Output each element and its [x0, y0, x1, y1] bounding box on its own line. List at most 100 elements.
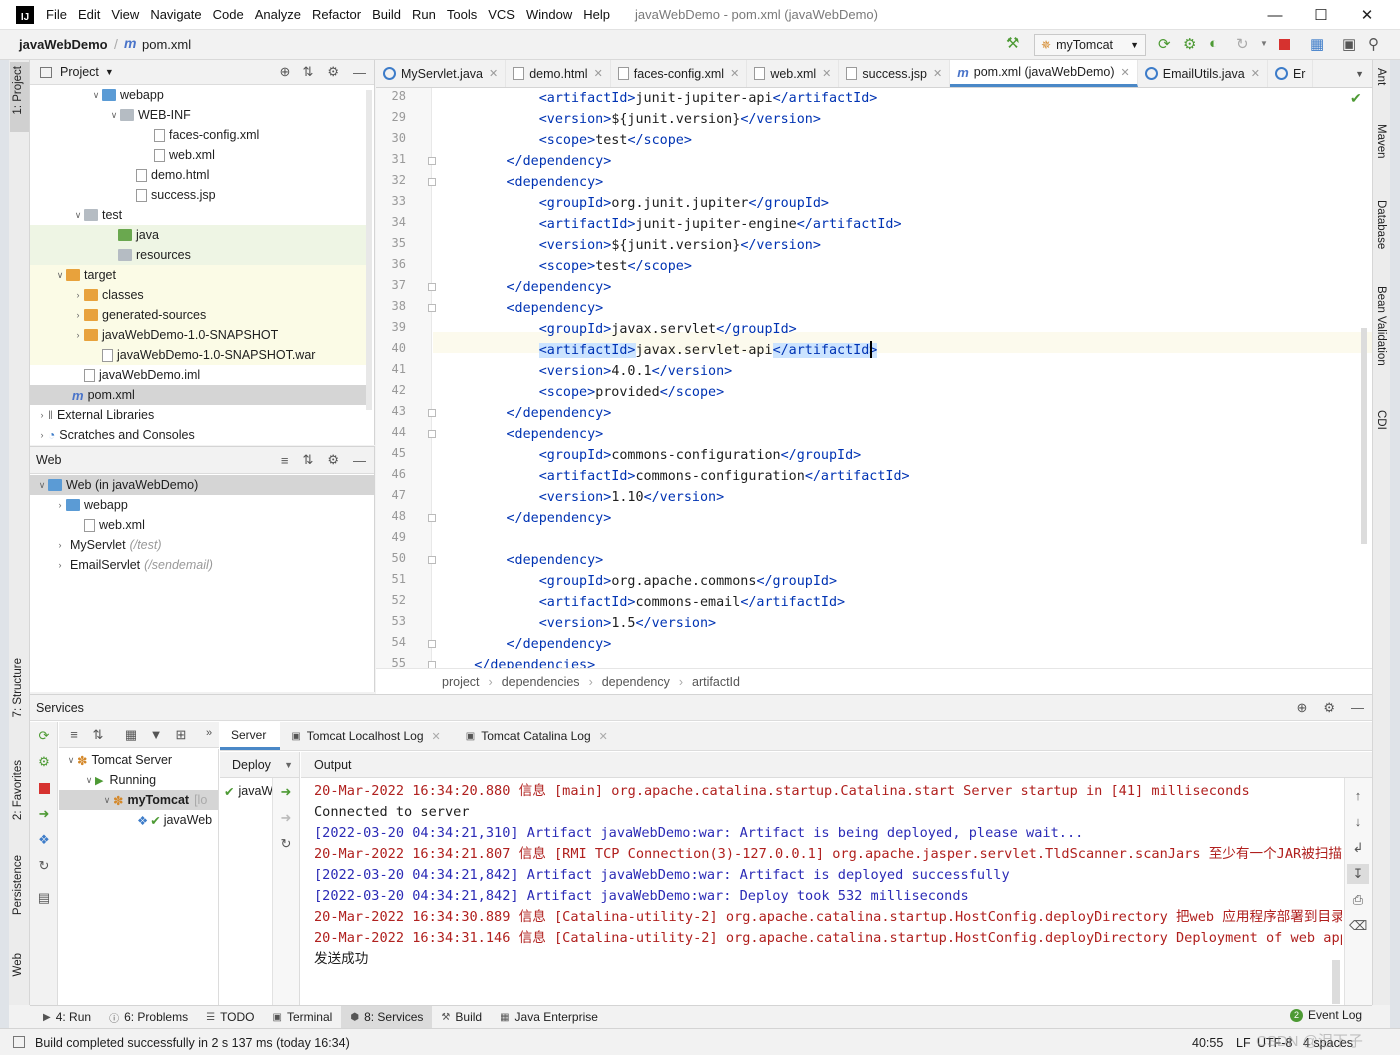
- editor-scrollbar[interactable]: [1361, 328, 1367, 544]
- run-config-selector[interactable]: ✵ myTomcat ▼: [1034, 34, 1146, 56]
- menu-view[interactable]: View: [111, 7, 139, 22]
- project-tree-item[interactable]: m pom.xml: [30, 385, 135, 405]
- menu-analyze[interactable]: Analyze: [255, 7, 301, 22]
- project-tree-item[interactable]: › ◔ Scratches and Consoles: [30, 425, 195, 445]
- editor-tab[interactable]: m pom.xml (javaWebDemo) ✕: [950, 60, 1138, 87]
- fold-marker-icon[interactable]: [428, 640, 436, 648]
- project-tree-item[interactable]: ∨ target: [30, 265, 116, 285]
- tool-window-structure[interactable]: 7: Structure: [12, 658, 24, 717]
- console-scrollbar[interactable]: [1332, 960, 1340, 1004]
- chevron-down-icon[interactable]: ∨: [54, 270, 66, 281]
- chevron-down-icon[interactable]: ▼: [1260, 39, 1268, 48]
- menu-build[interactable]: Build: [372, 7, 401, 22]
- menu-window[interactable]: Window: [526, 7, 572, 22]
- terminal-icon[interactable]: ▣: [1342, 35, 1356, 53]
- close-tab-icon[interactable]: ✕: [1251, 67, 1260, 80]
- tool-window-database[interactable]: Database: [1375, 200, 1387, 249]
- menu-edit[interactable]: Edit: [78, 7, 100, 22]
- chevron-down-icon[interactable]: ▼: [284, 760, 293, 770]
- gear-icon[interactable]: ⚙: [327, 452, 339, 468]
- breadcrumb-file[interactable]: pom.xml: [142, 37, 191, 52]
- project-tree-item[interactable]: ∨ test: [30, 205, 122, 225]
- project-tree-item[interactable]: ∨ WEB-INF: [30, 105, 191, 125]
- hide-icon[interactable]: —: [353, 453, 366, 468]
- services-tab[interactable]: ▣ Tomcat Localhost Log ✕: [280, 722, 454, 750]
- project-tree-item[interactable]: success.jsp: [30, 185, 216, 205]
- tool-window-ant[interactable]: Ant: [1375, 68, 1387, 85]
- profile-icon[interactable]: ↻: [1236, 35, 1249, 53]
- chevron-down-icon[interactable]: ▼: [105, 67, 114, 77]
- tool-window-cdi[interactable]: CDI: [1375, 410, 1387, 430]
- refresh-icon[interactable]: ↻: [35, 858, 53, 874]
- services-tab[interactable]: ▣ Tomcat Catalina Log ✕: [455, 722, 622, 750]
- tool-window-bean-validation[interactable]: Bean Validation: [1375, 286, 1387, 366]
- expand-all-icon[interactable]: ≡: [281, 453, 289, 468]
- services-tree-item[interactable]: ❖ ✔ javaWeb: [59, 810, 212, 830]
- project-tree-item[interactable]: web.xml: [30, 145, 215, 165]
- services-tree-item[interactable]: ∨ ✽ myTomcat [lo: [59, 790, 208, 810]
- rerun-icon[interactable]: ⟳: [35, 728, 53, 744]
- chevron-right-icon[interactable]: ›: [54, 560, 66, 570]
- close-window-icon[interactable]: ✕: [1344, 0, 1390, 30]
- menu-run[interactable]: Run: [412, 7, 436, 22]
- fold-marker-icon[interactable]: [428, 304, 436, 312]
- editor-tab[interactable]: MyServlet.java ✕: [376, 60, 507, 87]
- bottom-tab[interactable]: ⚒ Build: [432, 1006, 491, 1028]
- close-tab-icon[interactable]: ✕: [933, 67, 942, 80]
- fold-marker-icon[interactable]: [428, 430, 436, 438]
- services-tree-item[interactable]: ∨ ✽ Tomcat Server: [59, 750, 172, 770]
- scroll-up-icon[interactable]: ↑: [1349, 788, 1367, 803]
- tab-list-chevron-icon[interactable]: ▼: [1347, 60, 1372, 87]
- bottom-tab[interactable]: ▣ Terminal: [264, 1006, 342, 1028]
- editor-tab[interactable]: success.jsp ✕: [839, 60, 951, 87]
- project-tree-item[interactable]: resources: [30, 245, 191, 265]
- bottom-tab[interactable]: ▶ 4: Run: [34, 1006, 100, 1028]
- print-icon[interactable]: ⎙: [1349, 892, 1367, 908]
- soft-wrap-icon[interactable]: ↲: [1349, 840, 1367, 856]
- fold-marker-icon[interactable]: [428, 283, 436, 291]
- refresh-icon[interactable]: ↻: [277, 836, 295, 852]
- close-tab-icon[interactable]: ✕: [730, 67, 739, 80]
- project-structure-icon[interactable]: ▦: [1310, 35, 1324, 53]
- more-icon[interactable]: »: [200, 727, 218, 739]
- breadcrumb-item[interactable]: dependency: [602, 675, 670, 689]
- chevron-down-icon[interactable]: ∨: [65, 755, 77, 766]
- menu-file[interactable]: File: [46, 7, 67, 22]
- close-tab-icon[interactable]: ✕: [594, 67, 603, 80]
- close-tab-icon[interactable]: ✕: [822, 67, 831, 80]
- chevron-right-icon[interactable]: ›: [72, 310, 84, 320]
- bottom-tab[interactable]: ☰ TODO: [197, 1006, 263, 1028]
- web-tree-item[interactable]: › webapp: [30, 495, 132, 515]
- close-tab-icon[interactable]: ✕: [599, 730, 608, 743]
- tool-window-maven[interactable]: Maven: [1375, 124, 1387, 159]
- chevron-down-icon[interactable]: ∨: [72, 210, 84, 221]
- chevron-down-icon[interactable]: ∨: [108, 110, 120, 121]
- breadcrumb-item[interactable]: project: [442, 675, 480, 689]
- fold-marker-icon[interactable]: [428, 514, 436, 522]
- breadcrumb-item[interactable]: artifactId: [692, 675, 740, 689]
- bottom-tab[interactable]: ▦ Java Enterprise: [491, 1006, 607, 1028]
- debug-icon[interactable]: ⚙: [35, 754, 53, 770]
- project-tree-item[interactable]: demo.html: [30, 165, 209, 185]
- chevron-right-icon[interactable]: ›: [36, 430, 48, 440]
- chevron-down-icon[interactable]: ∨: [90, 90, 102, 101]
- services-tree-item[interactable]: ∨ ▶ Running: [59, 770, 156, 790]
- chevron-down-icon[interactable]: ∨: [101, 795, 113, 806]
- scroll-down-icon[interactable]: ↓: [1349, 814, 1367, 829]
- menu-refactor[interactable]: Refactor: [312, 7, 361, 22]
- group-icon[interactable]: ▦: [122, 727, 140, 743]
- bottom-tab[interactable]: ⓘ 6: Problems: [100, 1006, 197, 1028]
- hide-icon[interactable]: —: [353, 65, 366, 80]
- build-hammer-icon[interactable]: ⚒: [1006, 34, 1019, 52]
- editor-tab[interactable]: demo.html ✕: [506, 60, 611, 87]
- project-tree-item[interactable]: ∨ webapp: [30, 85, 164, 105]
- artifact-icon[interactable]: ❖: [35, 832, 53, 848]
- chevron-down-icon[interactable]: ∨: [83, 775, 95, 786]
- rerun-icon[interactable]: ⟳: [1158, 35, 1171, 53]
- event-log[interactable]: 2 Event Log: [1290, 1008, 1362, 1022]
- collapse-all-icon[interactable]: ⇅: [302, 452, 313, 468]
- fold-marker-icon[interactable]: [428, 157, 436, 165]
- undeploy-icon[interactable]: ➜: [277, 810, 295, 826]
- close-tab-icon[interactable]: ✕: [489, 67, 498, 80]
- editor-tab[interactable]: web.xml ✕: [747, 60, 840, 87]
